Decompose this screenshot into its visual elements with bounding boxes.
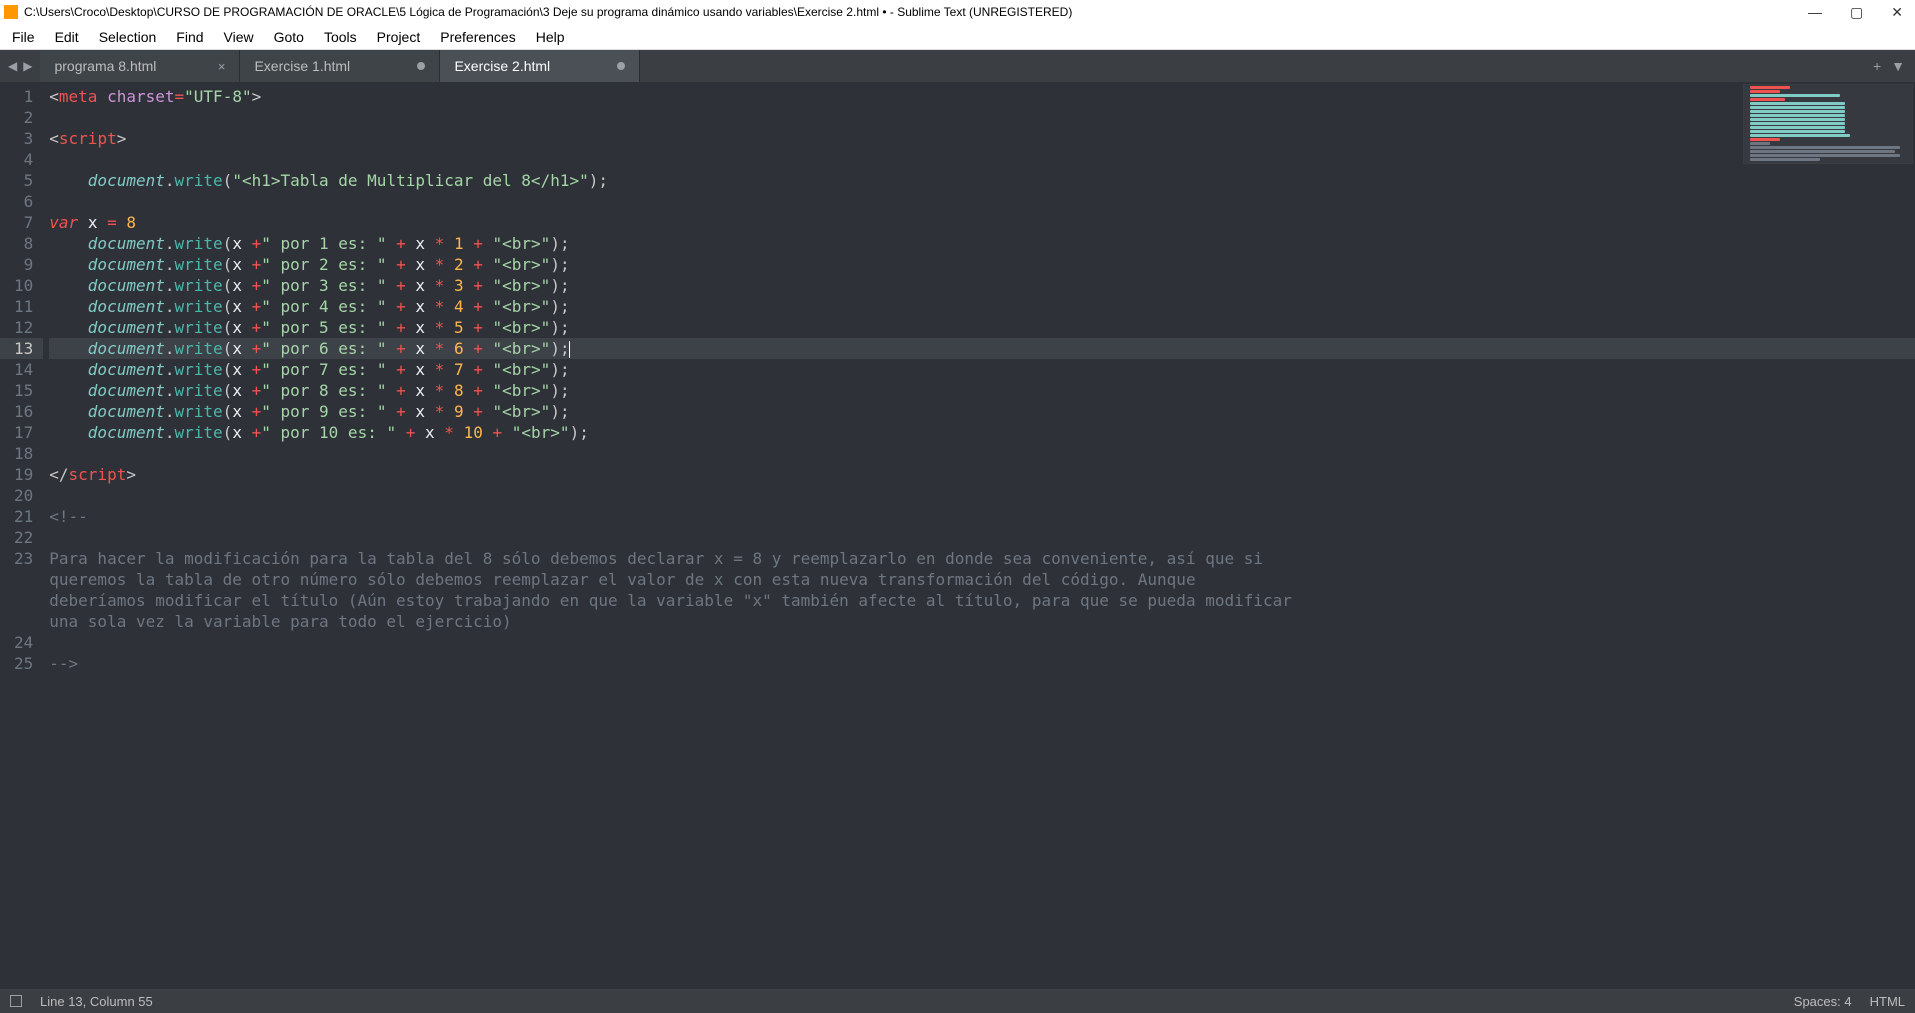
menubar: File Edit Selection Find View Goto Tools… — [0, 24, 1915, 50]
syntax-setting[interactable]: HTML — [1870, 994, 1905, 1009]
menu-project[interactable]: Project — [369, 27, 429, 47]
tab-history-nav: ◀ ▶ — [0, 50, 40, 82]
new-tab-icon[interactable]: + — [1873, 58, 1881, 74]
window-titlebar: C:\Users\Croco\Desktop\CURSO DE PROGRAMA… — [0, 0, 1915, 24]
indent-setting[interactable]: Spaces: 4 — [1794, 994, 1852, 1009]
minimize-button[interactable]: — — [1808, 4, 1822, 21]
menu-tools[interactable]: Tools — [316, 27, 365, 47]
dirty-indicator-icon — [617, 62, 625, 70]
line-gutter: 1234567891011121314151617181920212223242… — [0, 82, 43, 989]
tab-exercise-2[interactable]: Exercise 2.html — [440, 50, 640, 82]
minimap[interactable] — [1743, 84, 1913, 164]
app-icon — [4, 5, 18, 19]
menu-help[interactable]: Help — [528, 27, 573, 47]
window-title: C:\Users\Croco\Desktop\CURSO DE PROGRAMA… — [24, 5, 1808, 19]
menu-goto[interactable]: Goto — [266, 27, 312, 47]
maximize-button[interactable]: ▢ — [1850, 4, 1863, 21]
tab-exercise-1[interactable]: Exercise 1.html — [240, 50, 440, 82]
dirty-indicator-icon — [417, 62, 425, 70]
menu-preferences[interactable]: Preferences — [432, 27, 523, 47]
close-icon[interactable]: × — [218, 59, 226, 74]
tabbar: ◀ ▶ programa 8.html × Exercise 1.html Ex… — [0, 50, 1915, 82]
menu-file[interactable]: File — [4, 27, 43, 47]
menu-find[interactable]: Find — [168, 27, 211, 47]
menu-edit[interactable]: Edit — [47, 27, 87, 47]
panel-toggle-icon[interactable] — [10, 995, 22, 1007]
tab-label: Exercise 2.html — [454, 58, 550, 74]
menu-view[interactable]: View — [216, 27, 262, 47]
tab-label: Exercise 1.html — [254, 58, 350, 74]
menu-selection[interactable]: Selection — [91, 27, 165, 47]
close-button[interactable]: ✕ — [1891, 4, 1903, 21]
editor[interactable]: 1234567891011121314151617181920212223242… — [0, 82, 1915, 989]
tab-menu-icon[interactable]: ▼ — [1891, 58, 1905, 74]
tab-programa-8[interactable]: programa 8.html × — [40, 50, 240, 82]
statusbar: Line 13, Column 55 Spaces: 4 HTML — [0, 989, 1915, 1013]
cursor-position[interactable]: Line 13, Column 55 — [40, 994, 153, 1009]
nav-forward-icon[interactable]: ▶ — [23, 59, 32, 73]
nav-back-icon[interactable]: ◀ — [8, 59, 17, 73]
tab-label: programa 8.html — [54, 58, 156, 74]
window-controls: — ▢ ✕ — [1808, 4, 1911, 21]
tabbar-right: + ▼ — [1863, 50, 1915, 82]
code-area[interactable]: <meta charset="UTF-8"><script> document.… — [43, 82, 1915, 989]
